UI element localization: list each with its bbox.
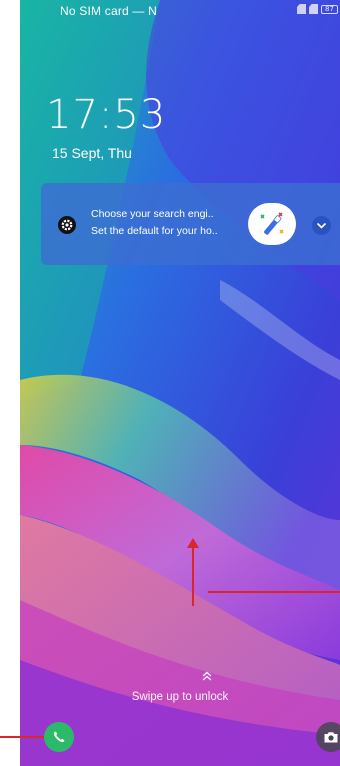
annotation-line-left <box>0 736 44 738</box>
settings-gear-icon <box>58 216 76 234</box>
annotation-line-right <box>208 591 340 593</box>
no-sim-icon <box>297 4 306 14</box>
notification-body: Set the default for your ho.. <box>91 225 218 237</box>
camera-icon <box>324 732 338 743</box>
search-engine-notification[interactable]: Choose your search engi.. Set the defaul… <box>41 183 340 265</box>
annotation-arrow-up-shaft <box>192 548 194 606</box>
status-bar: No SIM card — N 87 <box>20 0 340 22</box>
status-icons: 87 <box>297 4 338 14</box>
expand-button[interactable] <box>312 216 331 235</box>
phone-icon <box>53 731 65 743</box>
no-sim-icon-2 <box>309 4 318 14</box>
clock-time: 17:53 <box>46 92 167 138</box>
carrier-label: No SIM card — N <box>60 4 158 18</box>
page: No SIM card — N 87 17:53 15 Sept, Thu Ch… <box>0 0 340 766</box>
lock-screen[interactable]: No SIM card — N 87 17:53 15 Sept, Thu Ch… <box>20 0 340 766</box>
swipe-up-hint: Swipe up to unlock <box>131 691 229 703</box>
notification-title: Choose your search engi.. <box>91 208 214 220</box>
camera-shortcut-button[interactable] <box>316 722 340 752</box>
clock-date: 15 Sept, Thu <box>52 145 132 161</box>
magic-wand-icon <box>248 203 296 245</box>
annotation-arrow-up-head <box>187 538 199 548</box>
chevron-down-icon <box>316 222 327 229</box>
phone-shortcut-button[interactable] <box>44 722 74 752</box>
battery-icon: 87 <box>321 4 338 14</box>
double-chevron-up-icon <box>202 671 212 681</box>
